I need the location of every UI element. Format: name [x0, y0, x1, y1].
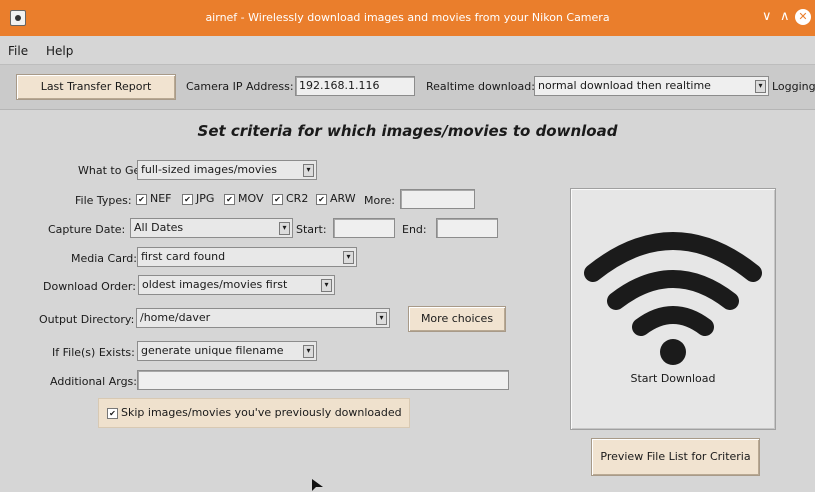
- media-card-label: Media Card:: [71, 252, 137, 265]
- window-title: airnef - Wirelessly download images and …: [205, 11, 610, 24]
- minimize-button[interactable]: ∨: [762, 10, 772, 24]
- page-title: Set criteria for which images/movies to …: [197, 122, 618, 140]
- more-types-label: More:: [364, 194, 395, 207]
- file-type-nef-label: NEF: [150, 192, 172, 205]
- chevron-down-icon: ▾: [303, 164, 314, 177]
- checkbox-icon: ✔: [182, 193, 193, 205]
- chevron-down-icon: ▾: [321, 279, 332, 292]
- preview-file-list-button[interactable]: Preview File List for Criteria: [591, 438, 760, 476]
- realtime-download-select[interactable]: normal download then realtime ▾: [534, 76, 769, 96]
- media-card-value: first card found: [141, 250, 226, 263]
- file-type-mov[interactable]: ✔ MOV: [224, 192, 263, 205]
- media-card-select[interactable]: first card found ▾: [137, 247, 357, 267]
- what-to-get-select[interactable]: full-sized images/movies ▾: [137, 160, 317, 180]
- capture-date-select[interactable]: All Dates ▾: [130, 218, 293, 238]
- wifi-icon: [584, 232, 762, 365]
- output-directory-select[interactable]: /home/daver ▾: [136, 308, 390, 328]
- additional-args-input[interactable]: [137, 370, 509, 390]
- checkbox-icon: ✔: [316, 193, 327, 205]
- start-date-input[interactable]: [333, 218, 395, 238]
- start-download-button[interactable]: Start Download: [570, 188, 776, 430]
- output-directory-label: Output Directory:: [39, 313, 135, 326]
- file-type-cr2-label: CR2: [286, 192, 309, 205]
- checkbox-icon: ✔: [136, 193, 147, 205]
- realtime-download-label: Realtime download:: [426, 80, 535, 93]
- if-file-exists-label: If File(s) Exists:: [52, 346, 135, 359]
- capture-date-label: Capture Date:: [48, 223, 126, 236]
- file-type-arw[interactable]: ✔ ARW: [316, 192, 356, 205]
- chevron-down-icon: ▾: [303, 345, 314, 358]
- capture-date-value: All Dates: [134, 221, 184, 234]
- file-type-nef[interactable]: ✔ NEF: [136, 192, 172, 205]
- download-order-label: Download Order:: [43, 280, 136, 293]
- chevron-down-icon: ▾: [376, 312, 387, 325]
- camera-ip-label: Camera IP Address:: [186, 80, 294, 93]
- skip-previous-panel: ✔ Skip images/movies you've previously do…: [98, 398, 410, 428]
- close-button[interactable]: ✕: [795, 9, 811, 25]
- realtime-download-value: normal download then realtime: [538, 79, 711, 92]
- if-file-exists-value: generate unique filename: [141, 344, 284, 357]
- file-type-jpg[interactable]: ✔ JPG: [182, 192, 214, 205]
- menu-help[interactable]: Help: [46, 44, 73, 58]
- what-to-get-value: full-sized images/movies: [141, 163, 277, 176]
- file-type-arw-label: ARW: [330, 192, 356, 205]
- end-date-label: End:: [402, 223, 427, 236]
- skip-previous-checkbox[interactable]: ✔ Skip images/movies you've previously do…: [107, 406, 402, 419]
- more-types-input[interactable]: [400, 189, 475, 209]
- download-order-value: oldest images/movies first: [142, 278, 288, 291]
- file-type-cr2[interactable]: ✔ CR2: [272, 192, 308, 205]
- checkbox-icon: ✔: [224, 193, 235, 205]
- title-bar: airnef - Wirelessly download images and …: [0, 0, 815, 36]
- last-transfer-report-button[interactable]: Last Transfer Report: [16, 74, 176, 100]
- file-types-label: File Types:: [75, 194, 132, 207]
- checkbox-icon: ✔: [272, 193, 283, 205]
- mouse-cursor-icon: [312, 479, 323, 491]
- menu-file[interactable]: File: [8, 44, 28, 58]
- end-date-input[interactable]: [436, 218, 498, 238]
- checkbox-icon: ✔: [107, 407, 118, 419]
- chevron-down-icon: ▾: [755, 80, 766, 93]
- output-directory-value: /home/daver: [140, 311, 211, 324]
- file-type-mov-label: MOV: [238, 192, 264, 205]
- start-date-label: Start:: [296, 223, 327, 236]
- menu-bar: File Help: [0, 36, 815, 64]
- start-download-label: Start Download: [630, 372, 716, 385]
- logging-label[interactable]: Logging: [772, 80, 815, 93]
- if-file-exists-select[interactable]: generate unique filename ▾: [137, 341, 317, 361]
- file-type-jpg-label: JPG: [196, 192, 215, 205]
- chevron-down-icon: ▾: [343, 251, 354, 264]
- toolbar: Last Transfer Report Camera IP Address: …: [0, 64, 815, 110]
- camera-ip-input[interactable]: 192.168.1.116: [295, 76, 415, 96]
- download-order-select[interactable]: oldest images/movies first ▾: [138, 275, 335, 295]
- skip-previous-label: Skip images/movies you've previously dow…: [121, 406, 402, 419]
- maximize-button[interactable]: ∧: [780, 10, 790, 24]
- more-choices-button[interactable]: More choices: [408, 306, 506, 332]
- chevron-down-icon: ▾: [279, 222, 290, 235]
- additional-args-label: Additional Args:: [50, 375, 137, 388]
